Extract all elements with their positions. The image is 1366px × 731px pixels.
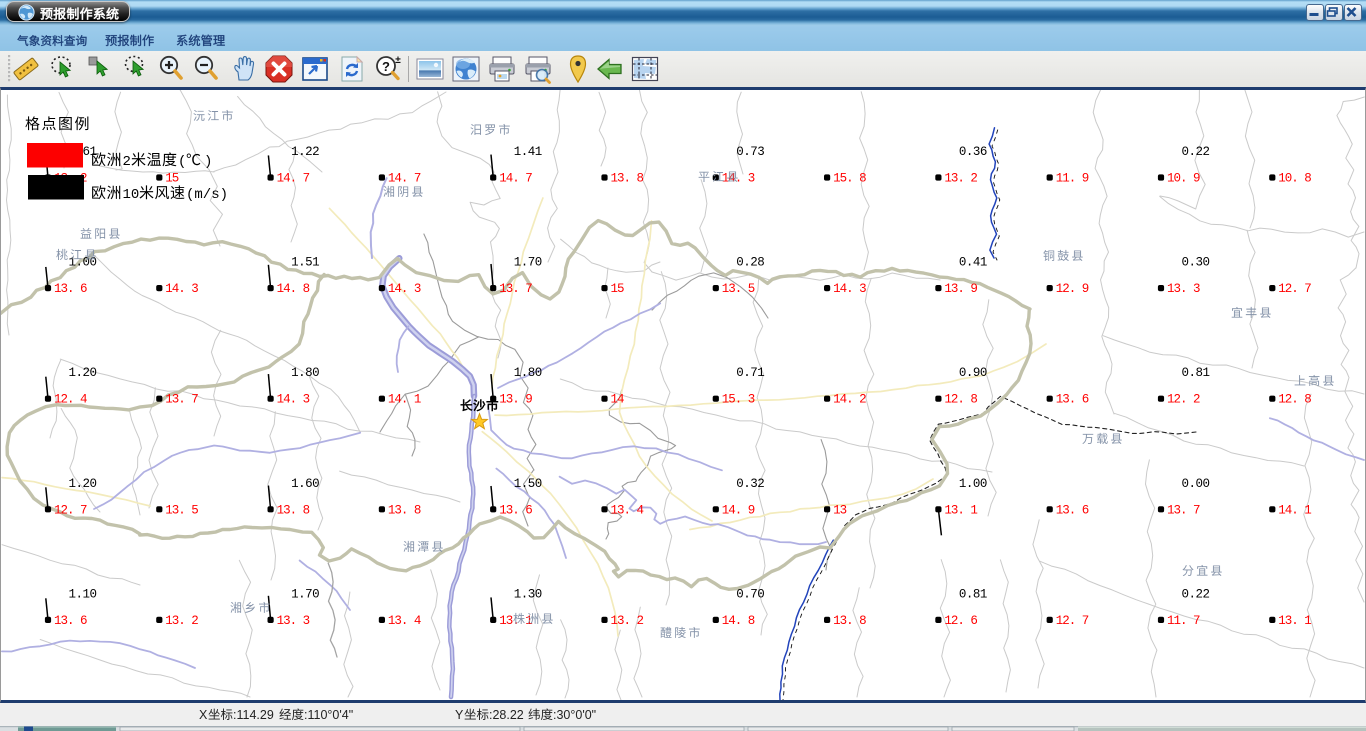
svg-text:0.36: 0.36 <box>959 145 987 159</box>
svg-text:14. 9: 14. 9 <box>722 503 755 517</box>
svg-text:13. 8: 13. 8 <box>388 503 421 517</box>
svg-text:Y: Y <box>455 708 464 722</box>
svg-text:0.81: 0.81 <box>959 587 987 601</box>
svg-text:10: 10 <box>123 187 140 203</box>
svg-text:13. 7: 13. 7 <box>499 282 532 296</box>
svg-text:14. 7: 14. 7 <box>277 172 310 186</box>
svg-text:13. 8: 13. 8 <box>277 503 310 517</box>
svg-text:12. 7: 12. 7 <box>1056 614 1089 628</box>
svg-text:13. 3: 13. 3 <box>1167 282 1200 296</box>
svg-text:13. 2: 13. 2 <box>611 614 644 628</box>
svg-text:14. 1: 14. 1 <box>388 393 421 407</box>
svg-text:13. 3: 13. 3 <box>277 614 310 628</box>
svg-text:0.32: 0.32 <box>736 477 764 491</box>
svg-text:0.70: 0.70 <box>736 587 764 601</box>
svg-text:13. 1: 13. 1 <box>944 503 977 517</box>
svg-text:1.70: 1.70 <box>291 587 319 601</box>
svg-text::110°0'4": :110°0'4" <box>304 708 353 722</box>
svg-text:13. 8: 13. 8 <box>611 172 644 186</box>
svg-text:1.00: 1.00 <box>959 477 987 491</box>
svg-text::30°0'0": :30°0'0" <box>553 708 596 722</box>
svg-text:14. 3: 14. 3 <box>388 282 421 296</box>
svg-text:10. 8: 10. 8 <box>1278 172 1311 186</box>
svg-text:13. 7: 13. 7 <box>1167 503 1200 517</box>
svg-text:0.22: 0.22 <box>1182 145 1210 159</box>
svg-text:12. 4: 12. 4 <box>54 393 87 407</box>
svg-text:1.50: 1.50 <box>514 477 542 491</box>
svg-text:(m/s): (m/s) <box>186 187 228 203</box>
svg-text:X: X <box>199 708 208 722</box>
svg-text:1.41: 1.41 <box>514 145 542 159</box>
svg-text:1.70: 1.70 <box>514 256 542 270</box>
svg-text::28.22: :28.22 <box>489 708 524 722</box>
svg-text:13. 4: 13. 4 <box>388 614 421 628</box>
svg-text:13. 4: 13. 4 <box>611 503 644 517</box>
svg-text:13. 6: 13. 6 <box>54 614 87 628</box>
svg-text:): ) <box>204 154 212 170</box>
svg-text:15. 8: 15. 8 <box>833 172 866 186</box>
svg-text:14. 1: 14. 1 <box>1278 503 1311 517</box>
svg-text:15. 3: 15. 3 <box>722 393 755 407</box>
svg-text:1.10: 1.10 <box>69 587 97 601</box>
svg-text:?: ? <box>382 59 390 74</box>
svg-text:0.22: 0.22 <box>1182 587 1210 601</box>
svg-text:0.90: 0.90 <box>959 366 987 380</box>
svg-text:12. 8: 12. 8 <box>944 393 977 407</box>
svg-text:1.60: 1.60 <box>291 477 319 491</box>
svg-text:13. 6: 13. 6 <box>1056 503 1089 517</box>
svg-text:10. 9: 10. 9 <box>1167 172 1200 186</box>
svg-text:15: 15 <box>165 172 179 186</box>
svg-text:14. 7: 14. 7 <box>499 172 532 186</box>
svg-text:0.28: 0.28 <box>736 256 764 270</box>
svg-text:13. 2: 13. 2 <box>944 172 977 186</box>
svg-text:13. 2: 13. 2 <box>165 614 198 628</box>
svg-text:0.73: 0.73 <box>736 145 764 159</box>
svg-text:12. 7: 12. 7 <box>54 503 87 517</box>
svg-text:15: 15 <box>611 282 625 296</box>
svg-text:12. 9: 12. 9 <box>1056 282 1089 296</box>
svg-text:14. 2: 14. 2 <box>833 393 866 407</box>
svg-text:12. 8: 12. 8 <box>1278 393 1311 407</box>
svg-text:2: 2 <box>123 154 131 170</box>
svg-text:13. 7: 13. 7 <box>165 393 198 407</box>
svg-text:14. 3: 14. 3 <box>722 172 755 186</box>
svg-text:12. 6: 12. 6 <box>944 614 977 628</box>
svg-text:0.41: 0.41 <box>959 256 987 270</box>
svg-text:13. 6: 13. 6 <box>499 503 532 517</box>
svg-text:11. 9: 11. 9 <box>1056 172 1089 186</box>
svg-text:0.30: 0.30 <box>1182 256 1210 270</box>
svg-text::114.29: :114.29 <box>233 708 274 722</box>
svg-text:14. 7: 14. 7 <box>388 172 421 186</box>
svg-text:13: 13 <box>833 503 847 517</box>
svg-text:14: 14 <box>611 393 625 407</box>
svg-text:14. 8: 14. 8 <box>722 614 755 628</box>
svg-text:14. 3: 14. 3 <box>277 393 310 407</box>
svg-text:14. 3: 14. 3 <box>165 282 198 296</box>
svg-text:±: ± <box>395 55 401 66</box>
svg-text:14. 8: 14. 8 <box>277 282 310 296</box>
svg-text:0.00: 0.00 <box>1182 477 1210 491</box>
svg-text:12. 2: 12. 2 <box>1167 393 1200 407</box>
svg-text:13. 5: 13. 5 <box>722 282 755 296</box>
svg-text:14. 3: 14. 3 <box>833 282 866 296</box>
svg-text:1.20: 1.20 <box>69 477 97 491</box>
svg-text:1.80: 1.80 <box>291 366 319 380</box>
svg-text:13. 5: 13. 5 <box>165 503 198 517</box>
svg-text:13. 6: 13. 6 <box>54 282 87 296</box>
svg-text:1.30: 1.30 <box>514 587 542 601</box>
svg-text:13. 9: 13. 9 <box>499 393 532 407</box>
svg-text:1.51: 1.51 <box>291 256 319 270</box>
svg-text:1.80: 1.80 <box>514 366 542 380</box>
svg-text:0.81: 0.81 <box>1182 366 1210 380</box>
svg-text:13. 8: 13. 8 <box>833 614 866 628</box>
svg-text:1.22: 1.22 <box>291 145 319 159</box>
svg-text:(: ( <box>178 154 186 170</box>
svg-text:13. 6: 13. 6 <box>1056 393 1089 407</box>
svg-text:1.20: 1.20 <box>69 366 97 380</box>
svg-text:11. 7: 11. 7 <box>1167 614 1200 628</box>
svg-text:12. 7: 12. 7 <box>1278 282 1311 296</box>
svg-text:13. 1: 13. 1 <box>1278 614 1311 628</box>
svg-text:13. 9: 13. 9 <box>944 282 977 296</box>
svg-text:0.71: 0.71 <box>736 366 764 380</box>
